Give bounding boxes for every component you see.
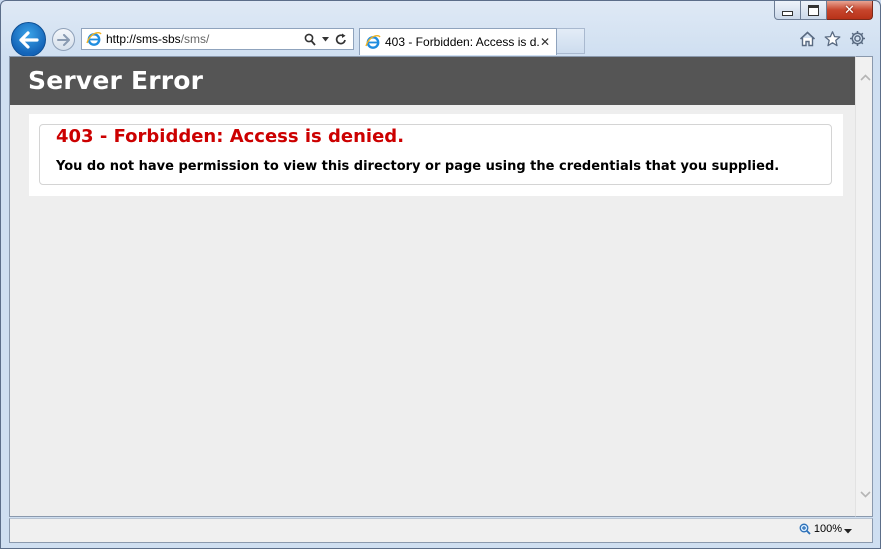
status-bar: 100% bbox=[9, 518, 873, 543]
tab-close-icon[interactable]: ✕ bbox=[540, 35, 550, 49]
server-error-header: Server Error bbox=[10, 57, 855, 105]
back-arrow-icon bbox=[18, 30, 39, 49]
ie-logo-icon bbox=[86, 32, 102, 46]
address-bar[interactable]: http://sms-sbs/sms/ bbox=[81, 28, 354, 50]
zoom-icon bbox=[799, 523, 811, 535]
zoom-level: 100% bbox=[813, 523, 842, 535]
minimize-icon bbox=[782, 11, 793, 16]
minimize-button[interactable] bbox=[774, 1, 801, 20]
dropdown-icon[interactable] bbox=[322, 36, 329, 42]
forward-arrow-icon bbox=[56, 33, 70, 46]
new-tab-button[interactable] bbox=[557, 28, 585, 54]
favorites-star-icon[interactable] bbox=[824, 30, 841, 47]
forward-button[interactable] bbox=[52, 28, 75, 51]
search-icon[interactable] bbox=[304, 33, 316, 46]
browser-toolbar bbox=[799, 30, 866, 47]
settings-gear-icon[interactable] bbox=[849, 30, 866, 47]
url-text[interactable]: http://sms-sbs/sms/ bbox=[106, 32, 304, 46]
browser-window: ✕ http://sms-sbs/sms/ 403 - Forbidden: A… bbox=[0, 0, 881, 549]
url-host: http://sms-sbs bbox=[106, 32, 181, 46]
page-viewport: Server Error 403 - Forbidden: Access is … bbox=[9, 56, 855, 517]
close-window-button[interactable]: ✕ bbox=[827, 1, 873, 20]
content-panel: 403 - Forbidden: Access is denied. You d… bbox=[29, 114, 843, 196]
vertical-scrollbar[interactable] bbox=[855, 56, 873, 517]
refresh-icon[interactable] bbox=[335, 33, 347, 46]
error-message: You do not have permission to view this … bbox=[56, 159, 780, 174]
scroll-up-icon[interactable] bbox=[859, 71, 871, 83]
zoom-control[interactable]: 100% bbox=[799, 523, 842, 535]
back-button[interactable] bbox=[11, 22, 46, 57]
page-title: Server Error bbox=[28, 66, 204, 95]
tab-active[interactable]: 403 - Forbidden: Access is d... ✕ bbox=[359, 28, 557, 55]
scroll-down-icon[interactable] bbox=[859, 488, 871, 500]
tab-title: 403 - Forbidden: Access is d... bbox=[385, 35, 540, 49]
window-caption-buttons: ✕ bbox=[774, 1, 873, 21]
url-path: /sms/ bbox=[180, 32, 210, 46]
maximize-icon bbox=[808, 4, 819, 16]
error-title: 403 - Forbidden: Access is denied. bbox=[56, 126, 405, 147]
ie-logo-icon bbox=[365, 35, 381, 49]
maximize-button[interactable] bbox=[801, 1, 827, 20]
close-icon: ✕ bbox=[844, 2, 855, 18]
error-fieldset: 403 - Forbidden: Access is denied. You d… bbox=[39, 124, 832, 185]
home-icon[interactable] bbox=[799, 30, 816, 47]
zoom-dropdown-icon[interactable] bbox=[844, 529, 852, 534]
